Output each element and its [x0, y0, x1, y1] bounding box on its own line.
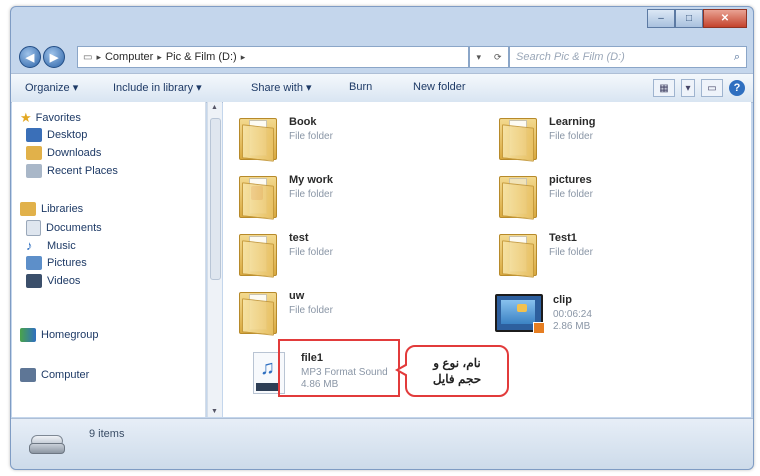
- nav-item-music[interactable]: ♪ Music: [26, 238, 76, 253]
- explorer-window: – □ ✕ ◀ ▶ ▭ ▸ Computer ▸ Pic & Film (D:)…: [10, 6, 754, 470]
- address-tools: ▾ ⟳: [469, 46, 509, 68]
- folder-icon: [239, 232, 277, 278]
- computer-icon: ▭: [83, 51, 93, 63]
- navigation-pane: ★ Favorites Desktop Downloads Recent Pla…: [12, 102, 206, 417]
- change-view-icon[interactable]: ▦: [653, 79, 675, 97]
- details-pane: 9 items: [11, 418, 753, 469]
- folder-icon: [239, 174, 277, 220]
- computer-icon: [20, 368, 36, 382]
- caption-buttons: – □ ✕: [647, 9, 747, 28]
- nav-item-videos[interactable]: Videos: [26, 274, 80, 288]
- close-button[interactable]: ✕: [703, 9, 747, 28]
- nav-item-pictures[interactable]: Pictures: [26, 256, 87, 270]
- star-icon: ★: [20, 110, 32, 125]
- search-box[interactable]: Search Pic & Film (D:) ⌕: [509, 46, 747, 68]
- nav-item-desktop[interactable]: Desktop: [26, 128, 87, 142]
- command-bar: Organize ▾ Include in library ▾ Share wi…: [11, 73, 753, 103]
- nav-item-downloads[interactable]: Downloads: [26, 146, 101, 160]
- folder-icon: [239, 116, 277, 162]
- back-button[interactable]: ◀: [19, 46, 41, 68]
- annotation-callout: نام، نوع و حجم فایل: [395, 345, 509, 397]
- nav-item-documents[interactable]: Documents: [26, 220, 102, 236]
- callout-line-1: نام، نوع و: [433, 356, 481, 370]
- maximize-button[interactable]: □: [675, 9, 703, 28]
- view-options-icon[interactable]: ▾: [681, 79, 695, 97]
- file-item-my-work[interactable]: My work File folder: [239, 174, 333, 220]
- videos-icon: [26, 274, 42, 288]
- preview-pane-icon[interactable]: ▭: [701, 79, 723, 97]
- recent-places-icon: [26, 164, 42, 178]
- address-row: ◀ ▶ ▭ ▸ Computer ▸ Pic & Film (D:) ▸ ▾ ⟳…: [17, 43, 747, 71]
- folder-icon: [499, 116, 537, 162]
- file-item-clip[interactable]: clip 00:06:24 2.86 MB: [495, 294, 592, 334]
- navigation-scrollbar[interactable]: ▲ ▼: [207, 102, 222, 417]
- include-in-library-button[interactable]: Include in library ▾: [113, 81, 202, 94]
- nav-item-recent-places[interactable]: Recent Places: [26, 164, 118, 178]
- breadcrumb-drive[interactable]: Pic & Film (D:): [166, 51, 237, 63]
- scrollbar-thumb[interactable]: [210, 118, 221, 280]
- search-input[interactable]: Search Pic & Film (D:): [516, 51, 734, 63]
- item-count: 9 items: [89, 428, 125, 440]
- downloads-icon: [26, 146, 42, 160]
- file-item-pictures[interactable]: pictures File folder: [499, 174, 593, 220]
- folder-icon: [499, 174, 537, 220]
- burn-button[interactable]: Burn: [349, 81, 372, 93]
- libraries-icon: [20, 202, 36, 216]
- documents-icon: [26, 220, 41, 236]
- desktop-icon: [26, 128, 42, 142]
- folder-icon: [239, 290, 277, 336]
- homegroup-icon: [20, 328, 36, 342]
- callout-line-2: حجم فایل: [432, 372, 482, 386]
- scroll-up-icon[interactable]: ▲: [211, 104, 218, 111]
- search-icon[interactable]: ⌕: [734, 51, 740, 64]
- history-dropdown-icon[interactable]: ▾: [476, 52, 481, 63]
- pictures-icon: [26, 256, 42, 270]
- minimize-button[interactable]: –: [647, 9, 675, 28]
- video-icon: [495, 294, 545, 334]
- file-info-highlight: [278, 339, 400, 397]
- organize-button[interactable]: Organize ▾: [25, 81, 78, 94]
- music-icon: ♪: [26, 238, 33, 253]
- file-item-book[interactable]: Book File folder: [239, 116, 333, 162]
- file-item-test[interactable]: test File folder: [239, 232, 333, 278]
- address-bar[interactable]: ▭ ▸ Computer ▸ Pic & Film (D:) ▸: [77, 46, 469, 68]
- share-with-button[interactable]: Share with ▾: [251, 81, 312, 94]
- file-item-test1[interactable]: Test1 File folder: [499, 232, 593, 278]
- drive-icon: [29, 435, 65, 454]
- title-bar: – □ ✕: [11, 7, 753, 37]
- file-item-uw[interactable]: uw File folder: [239, 290, 333, 336]
- new-folder-button[interactable]: New folder: [413, 81, 466, 93]
- nav-item-computer[interactable]: Computer: [20, 368, 89, 382]
- scroll-down-icon[interactable]: ▼: [211, 408, 218, 415]
- refresh-icon[interactable]: ⟳: [494, 52, 502, 63]
- nav-item-favorites[interactable]: ★ Favorites: [20, 110, 81, 126]
- view-controls: ▦ ▾ ▭ ?: [653, 79, 745, 97]
- folder-icon: [499, 232, 537, 278]
- breadcrumb-computer[interactable]: Computer: [105, 51, 153, 63]
- help-icon[interactable]: ?: [729, 80, 745, 96]
- file-item-learning[interactable]: Learning File folder: [499, 116, 595, 162]
- nav-item-libraries[interactable]: Libraries: [20, 202, 83, 216]
- forward-button[interactable]: ▶: [43, 46, 65, 68]
- nav-item-homegroup[interactable]: Homegroup: [20, 328, 98, 342]
